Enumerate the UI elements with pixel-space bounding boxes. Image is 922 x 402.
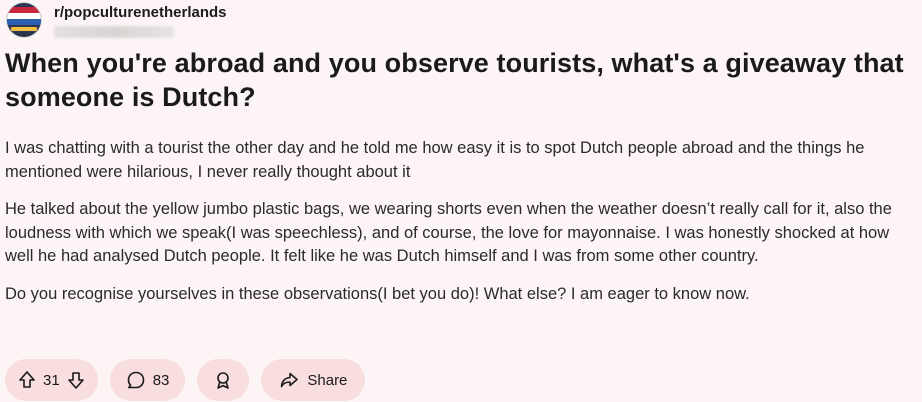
post-paragraph: I was chatting with a tourist the other … — [5, 139, 865, 181]
arrow-up-icon — [19, 371, 35, 388]
post-meta: r/popculturenetherlands — [54, 4, 227, 38]
award-button[interactable] — [197, 359, 250, 401]
upvote-button[interactable] — [17, 370, 37, 390]
share-label: Share — [307, 371, 348, 389]
post-actions: 31 83 Share — [5, 359, 366, 401]
vote-count: 31 — [43, 371, 60, 389]
comment-count: 83 — [152, 371, 170, 389]
post-paragraph: Do you recognise yourselves in these obs… — [5, 284, 750, 303]
post-paragraph: He talked about the yellow jumbo plastic… — [5, 200, 892, 265]
post-body: I was chatting with a tourist the other … — [5, 137, 913, 320]
post-header: r/popculturenetherlands — [6, 2, 227, 38]
subreddit-avatar[interactable] — [6, 2, 42, 38]
downvote-button[interactable] — [66, 370, 86, 390]
comments-button[interactable]: 83 — [109, 359, 186, 401]
arrow-down-icon — [67, 372, 84, 389]
post-title: When you're abroad and you observe touri… — [5, 48, 904, 112]
redacted-username — [54, 26, 174, 38]
share-arrow-icon — [281, 372, 299, 388]
award-ribbon-icon — [217, 372, 230, 389]
vote-bar: 31 — [5, 359, 98, 401]
share-button[interactable]: Share — [261, 359, 366, 401]
speech-bubble-icon — [127, 371, 144, 389]
subreddit-name[interactable]: r/popculturenetherlands — [54, 4, 227, 22]
